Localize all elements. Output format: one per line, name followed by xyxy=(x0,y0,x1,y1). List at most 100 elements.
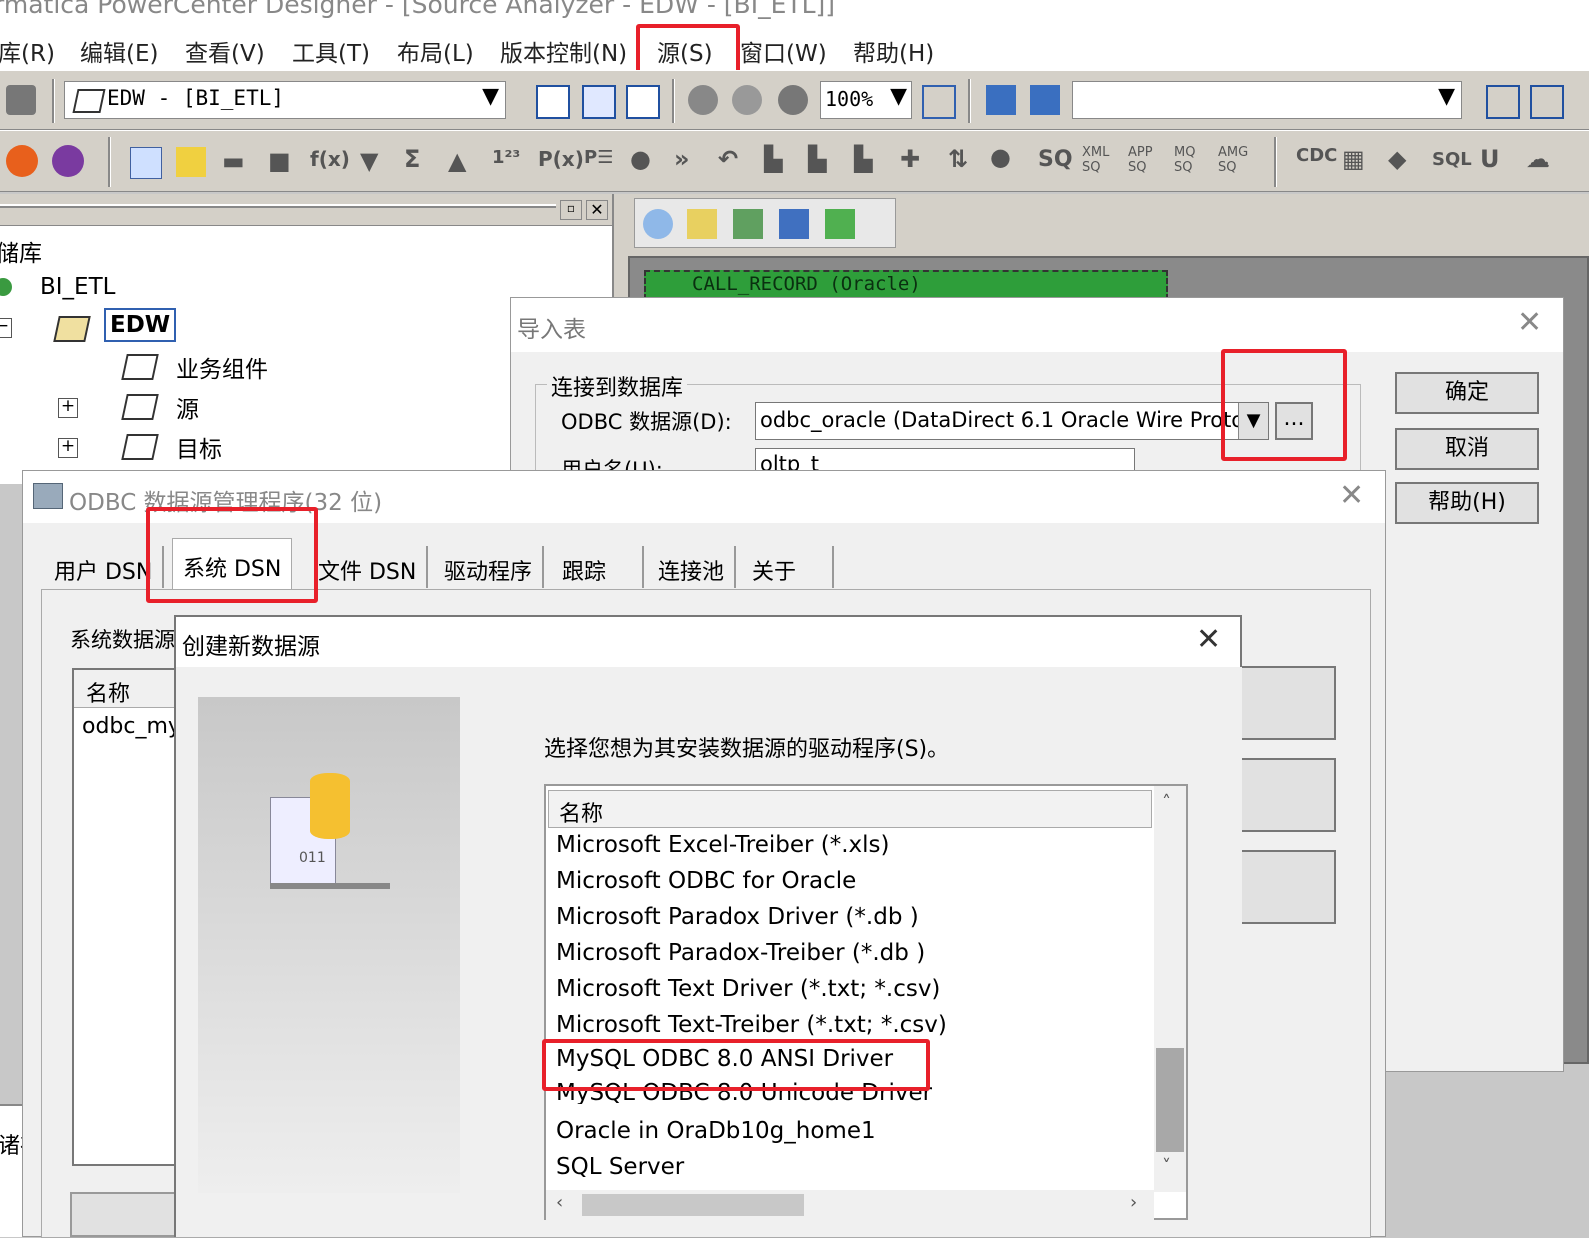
menu-edit[interactable]: 编辑(E) xyxy=(80,34,158,68)
menu-sources[interactable]: 源(S) xyxy=(657,34,713,68)
router-icon[interactable]: ● xyxy=(630,145,651,173)
tree-item-edw[interactable]: EDW xyxy=(104,308,177,342)
mapping-designer-icon[interactable] xyxy=(825,209,855,239)
mapplet-designer-icon[interactable] xyxy=(779,209,809,239)
navigator-toggle-icon[interactable] xyxy=(536,85,570,119)
tag-icon[interactable]: ◆ xyxy=(1388,145,1406,173)
cdc-icon[interactable]: CDC xyxy=(1296,145,1337,166)
zoom-in-icon[interactable] xyxy=(732,85,762,115)
chevron-down-icon[interactable]: ▼ xyxy=(1238,403,1268,439)
configure-button[interactable] xyxy=(1240,850,1336,924)
collapse-icon[interactable]: − xyxy=(0,318,12,338)
union-icon[interactable]: ✚ xyxy=(900,145,920,173)
zoom-tool-icon[interactable] xyxy=(688,85,718,115)
scroll-right-icon[interactable]: › xyxy=(1130,1192,1137,1213)
grid-icon[interactable]: ▦ xyxy=(1342,145,1365,173)
source-table-header[interactable]: CALL_RECORD (Oracle) xyxy=(644,270,1168,300)
puzzle-icon[interactable] xyxy=(6,85,36,115)
xml-sq-icon[interactable]: XML SQ xyxy=(1082,145,1122,175)
tab-user-dsn[interactable]: 用户 DSN xyxy=(44,546,165,588)
vertical-scroll-thumb[interactable] xyxy=(1156,1048,1184,1152)
layout-alt-icon[interactable] xyxy=(1530,85,1564,119)
system-dsn-list[interactable]: 名称 odbc_mysql xyxy=(72,668,212,1166)
mq-sq-icon[interactable]: MQ SQ xyxy=(1174,145,1214,175)
zoom-selector[interactable]: 100% ▼ xyxy=(820,81,912,119)
horizontal-scroll-thumb[interactable] xyxy=(582,1194,804,1216)
source-analyzer-icon[interactable] xyxy=(643,209,673,239)
driver-item-sql-server[interactable]: SQL Server xyxy=(556,1154,684,1180)
cancel-button[interactable]: 取消 xyxy=(1395,428,1539,470)
menu-repository[interactable]: 库(R) xyxy=(0,34,55,68)
tree-item-bi-etl[interactable]: BI_ETL xyxy=(40,274,115,300)
arrange-icon[interactable] xyxy=(986,85,1016,115)
zoom-out-icon[interactable] xyxy=(778,85,808,115)
update-strategy-icon[interactable]: ↶ xyxy=(718,145,738,173)
aggregator-icon[interactable]: Σ xyxy=(404,145,420,173)
add-button[interactable] xyxy=(1240,666,1336,740)
vertical-scrollbar[interactable]: ˄ ˅ xyxy=(1154,786,1186,1192)
menu-tools[interactable]: 工具(T) xyxy=(292,34,370,68)
remove-button[interactable] xyxy=(1240,758,1336,832)
odbc-datasource-select[interactable]: odbc_oracle (DataDirect 6.1 Oracle Wire … xyxy=(755,402,1269,440)
browse-datasource-button[interactable]: ... xyxy=(1275,402,1313,440)
scroll-up-icon[interactable]: ˄ xyxy=(1162,792,1171,813)
source-icon[interactable]: ▬ xyxy=(222,147,245,175)
horizontal-scrollbar[interactable]: ‹ › xyxy=(546,1190,1154,1220)
tab-connection-pooling[interactable]: 连接池 xyxy=(648,546,737,588)
target-icon[interactable]: ■ xyxy=(268,147,291,175)
chevron-down-icon[interactable]: ▼ xyxy=(890,84,907,109)
driver-item-text-treiber[interactable]: Microsoft Text-Treiber (*.txt; *.csv) xyxy=(556,1012,947,1038)
driver-item-mysql-ansi[interactable]: MySQL ODBC 8.0 ANSI Driver xyxy=(556,1046,893,1072)
driver-item-odbc-oracle[interactable]: Microsoft ODBC for Oracle xyxy=(556,868,856,894)
driver-item-mysql-unicode[interactable]: MySQL ODBC 8.0 Unicode Driver xyxy=(556,1082,932,1104)
tree-item-sources[interactable]: 源 xyxy=(176,390,199,424)
workflow-manager-icon[interactable] xyxy=(6,145,38,177)
filter-icon[interactable]: ▼ xyxy=(360,147,378,175)
menu-view[interactable]: 查看(V) xyxy=(185,34,265,68)
ok-button[interactable]: 确定 xyxy=(1395,372,1539,414)
menu-help[interactable]: 帮助(H) xyxy=(853,34,934,68)
restore-icon[interactable]: ▫ xyxy=(560,200,582,220)
u-icon[interactable]: U xyxy=(1480,145,1500,173)
arrange-iconic-icon[interactable] xyxy=(1030,85,1060,115)
expand-icon[interactable]: + xyxy=(58,438,78,458)
help-button[interactable]: 帮助(H) xyxy=(1395,482,1539,524)
transaction-icon[interactable]: ● xyxy=(990,143,1011,171)
fit-window-icon[interactable] xyxy=(922,85,956,119)
tab-about[interactable]: 关于 xyxy=(742,546,834,588)
driver-item-paradox-driver[interactable]: Microsoft Paradox Driver (*.db ) xyxy=(556,904,919,930)
close-icon[interactable]: ✕ xyxy=(586,200,608,220)
tab-file-dsn[interactable]: 文件 DSN xyxy=(308,546,429,588)
menu-versioning[interactable]: 版本控制(N) xyxy=(500,34,627,68)
sql-icon[interactable]: SQL xyxy=(1432,149,1472,170)
driver-item-paradox-treiber[interactable]: Microsoft Paradox-Treiber (*.db ) xyxy=(556,940,925,966)
sort-icon[interactable]: ⇅ xyxy=(948,145,968,173)
pointer-icon[interactable] xyxy=(130,147,162,179)
output-toggle-icon[interactable] xyxy=(582,85,616,119)
tab-system-dsn[interactable]: 系统 DSN xyxy=(172,538,293,590)
repository-selector[interactable]: EDW - [BI_ETL] ▼ xyxy=(64,81,506,119)
tab-tracing[interactable]: 跟踪 xyxy=(552,546,644,588)
normalizer-icon[interactable]: » xyxy=(674,145,690,173)
rank-icon[interactable]: 1²³ xyxy=(492,147,520,168)
cloud-icon[interactable]: ☁ xyxy=(1526,145,1550,173)
close-icon[interactable]: ✕ xyxy=(1339,481,1364,511)
layout-icon[interactable] xyxy=(1486,85,1520,119)
chevron-down-icon[interactable]: ▼ xyxy=(482,84,499,109)
overview-icon[interactable] xyxy=(626,85,660,119)
tree-item-business-components[interactable]: 业务组件 xyxy=(176,350,268,384)
transformation-developer-icon[interactable] xyxy=(733,209,763,239)
driver-item-text-driver[interactable]: Microsoft Text Driver (*.txt; *.csv) xyxy=(556,976,940,1002)
edit-icon[interactable] xyxy=(176,147,206,177)
app-sq-icon[interactable]: APP SQ xyxy=(1128,145,1168,175)
tree-item-targets[interactable]: 目标 xyxy=(176,430,222,464)
procedure-icon[interactable]: P(x) xyxy=(538,147,584,171)
expression-icon[interactable]: f(x) xyxy=(310,147,350,171)
username-input[interactable]: oltp_t xyxy=(755,448,1135,472)
menu-layout[interactable]: 布局(L) xyxy=(397,34,474,68)
amg-sq-icon[interactable]: AMG SQ xyxy=(1218,145,1258,175)
driver-item-oracle-oradb10g[interactable]: Oracle in OraDb10g_home1 xyxy=(556,1118,876,1144)
stored-procedure-icon[interactable]: P☰ xyxy=(584,147,613,168)
joiner-icon[interactable]: ▲ xyxy=(448,147,466,175)
ok-button-partial[interactable] xyxy=(70,1192,180,1237)
